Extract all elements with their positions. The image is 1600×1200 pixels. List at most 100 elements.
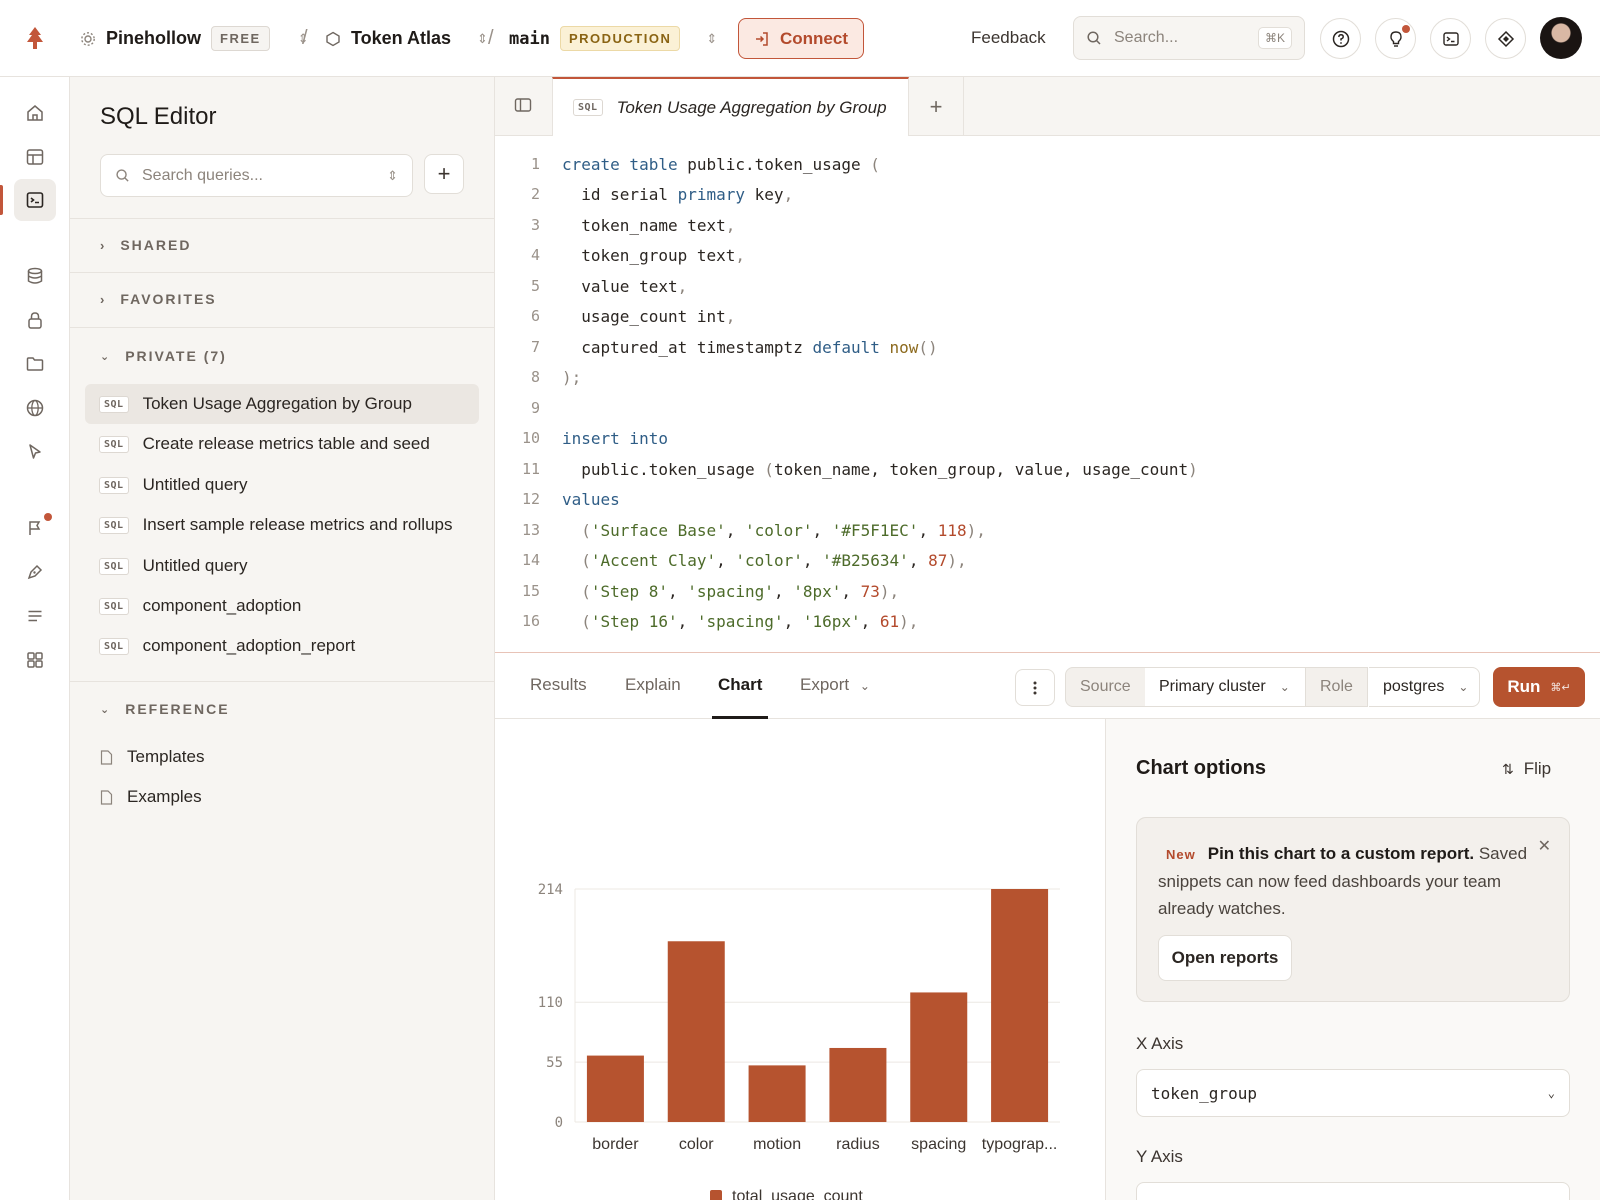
code-editor[interactable]: 1 create table public.token_usage ( 2 id… (495, 136, 1600, 653)
line-number: 1 (530, 155, 540, 173)
code-token: ( (562, 581, 591, 601)
code-line: 16 ('Step 16', 'spacing', '16px', 61), (495, 606, 919, 636)
run-button[interactable]: Run ⌘↵ (1493, 667, 1585, 707)
chevron-up-down-icon[interactable]: ⇕ (477, 31, 488, 47)
code-line: 15 ('Step 8', 'spacing', '8px', 73), (495, 576, 899, 606)
left-nav-rail (0, 77, 70, 1200)
y-tick-label: 55 (546, 1055, 563, 1071)
tab-results[interactable]: Results (530, 675, 587, 695)
query-item[interactable]: SQL Untitled query (85, 465, 479, 505)
help-button[interactable] (1320, 18, 1361, 59)
code-token: , (725, 306, 736, 326)
org-switcher[interactable]: Pinehollow FREE ⇕ (80, 0, 309, 77)
code-token: , (667, 581, 688, 601)
chevron-up-down-icon: ⇕ (387, 167, 398, 183)
reference-item-templates[interactable]: Templates (100, 745, 204, 769)
query-item[interactable]: SQL Insert sample release metrics and ro… (85, 505, 479, 545)
reference-item-examples[interactable]: Examples (100, 785, 202, 809)
query-item[interactable]: SQL component_adoption_report (85, 626, 479, 666)
x-axis-select[interactable]: token_group ⌄ (1136, 1069, 1570, 1117)
new-query-button[interactable]: + (424, 154, 464, 194)
line-number: 11 (521, 460, 540, 478)
section-private[interactable]: ⌄ PRIVATE (7) (100, 345, 227, 367)
bar-chart: 0 55 110 214 border color motion radius spacing… (538, 882, 1060, 1200)
environment-badge: PRODUCTION (559, 26, 681, 51)
feedback-link[interactable]: Feedback (971, 28, 1046, 48)
line-number: 6 (530, 307, 540, 325)
assistant-button[interactable] (1485, 18, 1526, 59)
query-search-input[interactable]: Search queries... ⇕ (100, 154, 413, 197)
notification-dot (44, 513, 52, 521)
nav-auth[interactable] (14, 299, 56, 341)
nav-storage[interactable] (14, 343, 56, 385)
section-label: REFERENCE (125, 701, 230, 717)
y-axis-select[interactable] (1136, 1182, 1570, 1200)
query-item[interactable]: SQL Create release metrics table and see… (85, 424, 479, 464)
code-token: ), (966, 520, 986, 540)
code-line: 5 value text, (495, 271, 687, 301)
code-token: '16px' (802, 611, 861, 631)
nav-realtime[interactable] (14, 431, 56, 473)
nav-integrations[interactable] (14, 639, 56, 681)
new-tab-button[interactable]: + (909, 77, 964, 136)
reference-label: Examples (127, 787, 202, 806)
nav-sql-editor[interactable] (14, 179, 56, 221)
pine-tree-logo-icon[interactable] (24, 26, 46, 50)
code-token: , (677, 276, 688, 296)
role-select[interactable]: postgres ⌄ (1369, 667, 1480, 707)
connect-button[interactable]: Connect (738, 18, 864, 59)
global-search[interactable]: Search... ⌘K (1073, 16, 1305, 60)
globe-icon (26, 399, 44, 417)
source-select[interactable]: Primary cluster ⌄ (1145, 667, 1306, 707)
tips-button[interactable] (1375, 18, 1416, 59)
line-number: 12 (521, 490, 540, 508)
code-token: 73 (860, 581, 880, 601)
lightbulb-icon (1389, 30, 1402, 47)
nav-database[interactable] (14, 255, 56, 297)
code-token: create table (562, 154, 678, 174)
nav-table-editor[interactable] (14, 136, 56, 178)
project-switcher[interactable]: Token Atlas ⇕ (325, 0, 488, 77)
terminal-button[interactable] (1430, 18, 1471, 59)
open-reports-button[interactable]: Open reports (1158, 935, 1292, 981)
user-avatar[interactable] (1540, 17, 1582, 59)
sql-badge: SQL (573, 99, 603, 116)
section-favorites[interactable]: › FAVORITES (100, 288, 217, 310)
x-tick-label: typograp... (982, 1136, 1058, 1153)
file-icon (100, 749, 113, 765)
tab-explain[interactable]: Explain (625, 675, 681, 695)
nav-edge-functions[interactable] (14, 387, 56, 429)
branch-switcher[interactable]: main PRODUCTION ⇕ (509, 0, 717, 77)
nav-logs[interactable] (14, 551, 56, 593)
home-icon (27, 105, 43, 121)
section-reference[interactable]: ⌄ REFERENCE (100, 698, 230, 720)
code-token: token_name text (562, 215, 726, 235)
nav-home[interactable] (14, 92, 56, 134)
nav-advisors[interactable] (14, 507, 56, 549)
close-icon[interactable]: ✕ (1538, 836, 1551, 856)
line-number: 4 (530, 246, 540, 264)
tab-active-query[interactable]: SQL Token Usage Aggregation by Group (552, 77, 909, 136)
tab-chart[interactable]: Chart (718, 675, 762, 695)
sql-badge: SQL (99, 395, 129, 413)
toggle-sidebar-button[interactable] (513, 95, 533, 120)
chevron-up-down-icon[interactable]: ⇕ (706, 31, 717, 47)
query-label: component_adoption (142, 596, 302, 615)
section-shared[interactable]: › SHARED (100, 234, 191, 256)
query-label: Create release metrics table and seed (142, 434, 430, 453)
code-token: , (725, 520, 746, 540)
flip-axes-button[interactable]: ⇅ Flip (1502, 759, 1551, 779)
reference-label: Templates (127, 747, 205, 766)
query-item[interactable]: SQL component_adoption (85, 586, 479, 626)
tab-export[interactable]: Export ⌄ (800, 675, 870, 695)
nav-reports[interactable] (14, 595, 56, 637)
source-label: Source (1065, 667, 1146, 707)
query-item[interactable]: SQL Untitled query (85, 546, 479, 586)
legend-label: total_usage_count (732, 1188, 863, 1200)
query-item[interactable]: SQL Token Usage Aggregation by Group (85, 384, 479, 424)
cursor-icon (29, 444, 41, 459)
more-options-button[interactable] (1015, 669, 1055, 706)
code-token: 'spacing' (696, 611, 784, 631)
chart-bar (829, 1047, 887, 1122)
code-token: ( (764, 459, 774, 479)
